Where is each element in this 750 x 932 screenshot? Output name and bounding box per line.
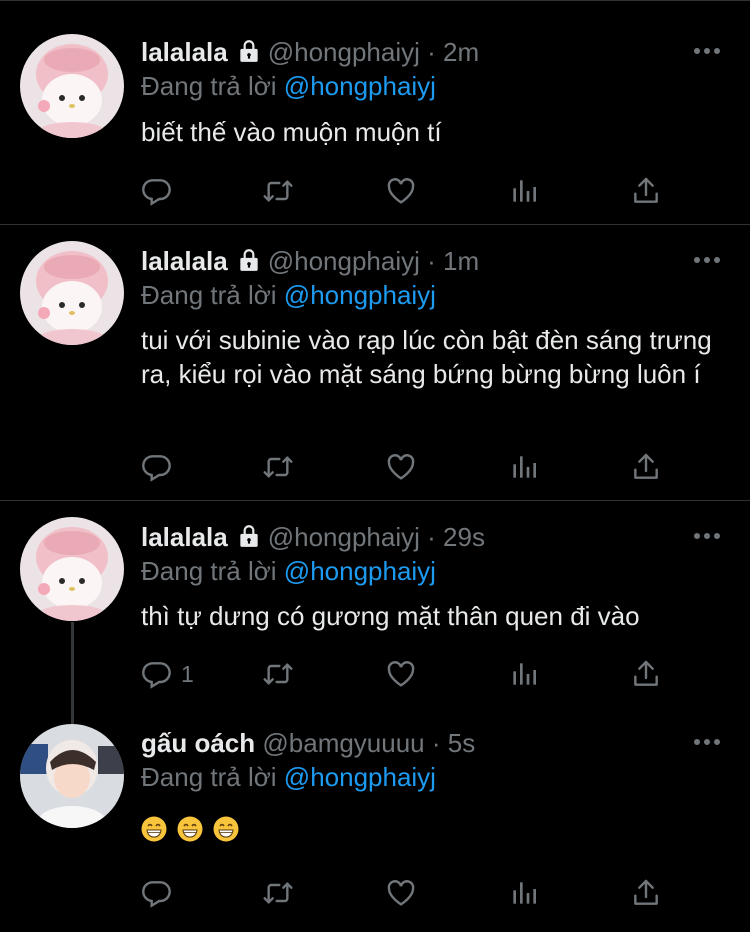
reply-mention[interactable]: @hongphaiyj [284, 556, 436, 586]
retweet-icon [262, 658, 294, 690]
tweet-header: lalalala @hongphaiyj · 1m [141, 245, 479, 277]
reply-prefix: Đang trả lời [141, 71, 277, 101]
retweet-button[interactable] [262, 175, 294, 207]
thread-connector-line [71, 622, 74, 724]
reply-mention[interactable]: @hongphaiyj [284, 280, 436, 310]
views-icon [508, 451, 540, 483]
reply-button[interactable]: 1 [141, 658, 194, 690]
reply-prefix: Đang trả lời [141, 280, 277, 310]
timestamp[interactable]: · 1m [427, 246, 479, 276]
display-name[interactable]: lalalala [141, 37, 228, 67]
action-bar [141, 877, 681, 909]
tweet-header: gấu oách @bamgyuuuu · 5s [141, 727, 475, 759]
retweet-icon [262, 877, 294, 909]
reply-mention[interactable]: @hongphaiyj [284, 762, 436, 792]
share-button[interactable] [630, 877, 662, 909]
share-icon [630, 658, 662, 690]
views-icon [508, 877, 540, 909]
reply-context: Đang trả lời @hongphaiyj [141, 70, 436, 102]
share-button[interactable] [630, 658, 662, 690]
reply-icon [141, 451, 173, 483]
reply-icon [141, 658, 173, 690]
more-icon[interactable] [694, 256, 720, 264]
lock-icon [236, 523, 262, 549]
user-handle[interactable]: @hongphaiyj [268, 246, 420, 276]
reply-context: Đang trả lời @hongphaiyj [141, 555, 436, 587]
more-icon[interactable] [694, 738, 720, 746]
person-photo-avatar[interactable] [20, 724, 124, 828]
like-icon [385, 877, 417, 909]
more-icon[interactable] [694, 47, 720, 55]
views-icon [508, 175, 540, 207]
retweet-button[interactable] [262, 658, 294, 690]
tweet-text: thì tự dưng có gương mặt thân quen đi và… [141, 601, 640, 631]
tweet-emojis [141, 816, 721, 850]
reply-count: 1 [181, 660, 194, 687]
like-icon [385, 451, 417, 483]
user-handle[interactable]: @hongphaiyj [268, 37, 420, 67]
retweet-button[interactable] [262, 451, 294, 483]
lock-icon [236, 247, 262, 273]
retweet-icon [262, 451, 294, 483]
share-icon [630, 877, 662, 909]
display-name[interactable]: lalalala [141, 522, 228, 552]
tweet-divider [0, 224, 750, 225]
display-name[interactable]: lalalala [141, 246, 228, 276]
pink-melody-plush-avatar[interactable] [20, 517, 124, 621]
action-bar [141, 451, 681, 483]
action-bar [141, 175, 681, 207]
views-icon [508, 658, 540, 690]
display-name[interactable]: gấu oách [141, 728, 255, 758]
grinning-face-emoji [141, 816, 167, 842]
pink-melody-plush-avatar[interactable] [20, 241, 124, 345]
share-button[interactable] [630, 175, 662, 207]
tweet-divider [0, 500, 750, 501]
like-icon [385, 658, 417, 690]
timestamp[interactable]: · 5s [432, 728, 475, 758]
like-button[interactable] [385, 175, 417, 207]
views-button[interactable] [508, 658, 540, 690]
like-button[interactable] [385, 451, 417, 483]
views-button[interactable] [508, 175, 540, 207]
tweet-header: lalalala @hongphaiyj · 2m [141, 36, 479, 68]
top-divider [0, 0, 750, 1]
reply-mention[interactable]: @hongphaiyj [284, 71, 436, 101]
user-handle[interactable]: @bamgyuuuu [262, 728, 424, 758]
reply-button[interactable] [141, 175, 181, 207]
reply-button[interactable] [141, 877, 181, 909]
lock-icon [236, 38, 262, 64]
tweet-text: biết thế vào muộn muộn tí [141, 117, 442, 147]
grinning-face-emoji [213, 816, 239, 842]
tweet-header: lalalala @hongphaiyj · 29s [141, 521, 485, 553]
user-handle[interactable]: @hongphaiyj [268, 522, 420, 552]
more-icon[interactable] [694, 532, 720, 540]
share-icon [630, 451, 662, 483]
share-icon [630, 175, 662, 207]
reply-icon [141, 175, 173, 207]
reply-prefix: Đang trả lời [141, 762, 277, 792]
tweet-text: tui với subinie vào rạp lúc còn bật đèn … [141, 325, 712, 389]
pink-melody-plush-avatar[interactable] [20, 34, 124, 138]
reply-prefix: Đang trả lời [141, 556, 277, 586]
action-bar: 1 [141, 658, 681, 690]
timestamp[interactable]: · 29s [427, 522, 485, 552]
like-button[interactable] [385, 877, 417, 909]
retweet-icon [262, 175, 294, 207]
like-button[interactable] [385, 658, 417, 690]
reply-button[interactable] [141, 451, 181, 483]
reply-icon [141, 877, 173, 909]
reply-context: Đang trả lời @hongphaiyj [141, 279, 436, 311]
share-button[interactable] [630, 451, 662, 483]
like-icon [385, 175, 417, 207]
views-button[interactable] [508, 451, 540, 483]
grinning-face-emoji [177, 816, 203, 842]
retweet-button[interactable] [262, 877, 294, 909]
reply-context: Đang trả lời @hongphaiyj [141, 761, 436, 793]
timestamp[interactable]: · 2m [427, 37, 479, 67]
views-button[interactable] [508, 877, 540, 909]
